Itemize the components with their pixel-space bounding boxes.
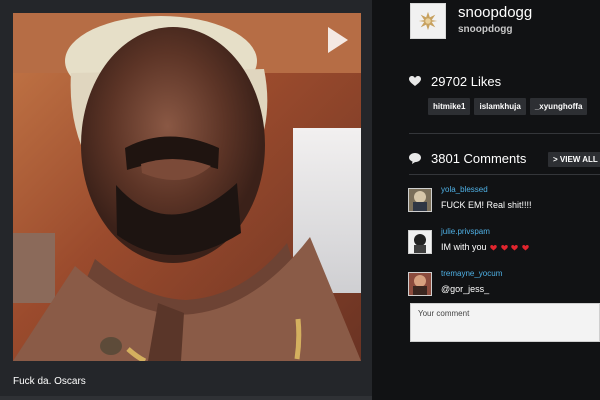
likes-count: 29702 Likes [431, 73, 502, 89]
media-panel: Fuck da. Oscars [0, 0, 372, 400]
bottom-divider [0, 396, 372, 400]
comment-bubble-icon [409, 152, 421, 164]
likes-section: 29702 Likes [409, 72, 501, 90]
commenter-avatar[interactable] [408, 272, 432, 296]
heart-emoji-icon [490, 244, 497, 251]
profile-avatar[interactable] [410, 3, 446, 39]
comments-count: 3801 Comments [431, 150, 527, 166]
comment-username[interactable]: yola_blessed [441, 185, 488, 194]
commenter-avatar[interactable] [408, 188, 432, 212]
comment-username[interactable]: julie.privspam [441, 227, 490, 236]
comments-header: 3801 Comments [409, 149, 526, 167]
likers-list: hitmike1 islamkhuja _xyunghoffa [428, 98, 588, 115]
post-caption: Fuck da. Oscars [13, 376, 86, 387]
video-player[interactable] [13, 13, 361, 361]
liker-tag[interactable]: hitmike1 [428, 98, 471, 115]
liker-tag[interactable]: islamkhuja [474, 98, 526, 115]
profile-name[interactable]: snoopdogg [458, 4, 532, 21]
comment-username[interactable]: tremayne_yocum [441, 269, 502, 278]
divider [409, 174, 600, 175]
heart-icon[interactable] [409, 75, 421, 87]
leaf-badge-icon [418, 11, 438, 31]
comment-message: IM with you [441, 242, 487, 252]
profile-handle[interactable]: snoopdogg [458, 24, 512, 35]
divider [409, 133, 600, 134]
comment-text: IM with you [441, 242, 529, 252]
liker-tag[interactable]: _xyunghoffa [529, 98, 588, 115]
heart-emoji-icon [500, 244, 508, 251]
comment-text: FUCK EM! Real shit!!!! [441, 200, 532, 210]
play-icon[interactable] [328, 27, 348, 53]
view-all-comments-button[interactable]: > VIEW ALL [548, 152, 600, 167]
comment-text: @gor_jess_ [441, 284, 490, 294]
video-frame-illustration [13, 13, 361, 361]
comment-input[interactable]: Your comment [410, 303, 600, 342]
commenter-avatar[interactable] [408, 230, 432, 254]
heart-emoji-icon [521, 244, 529, 251]
heart-emoji-icon [511, 244, 518, 251]
